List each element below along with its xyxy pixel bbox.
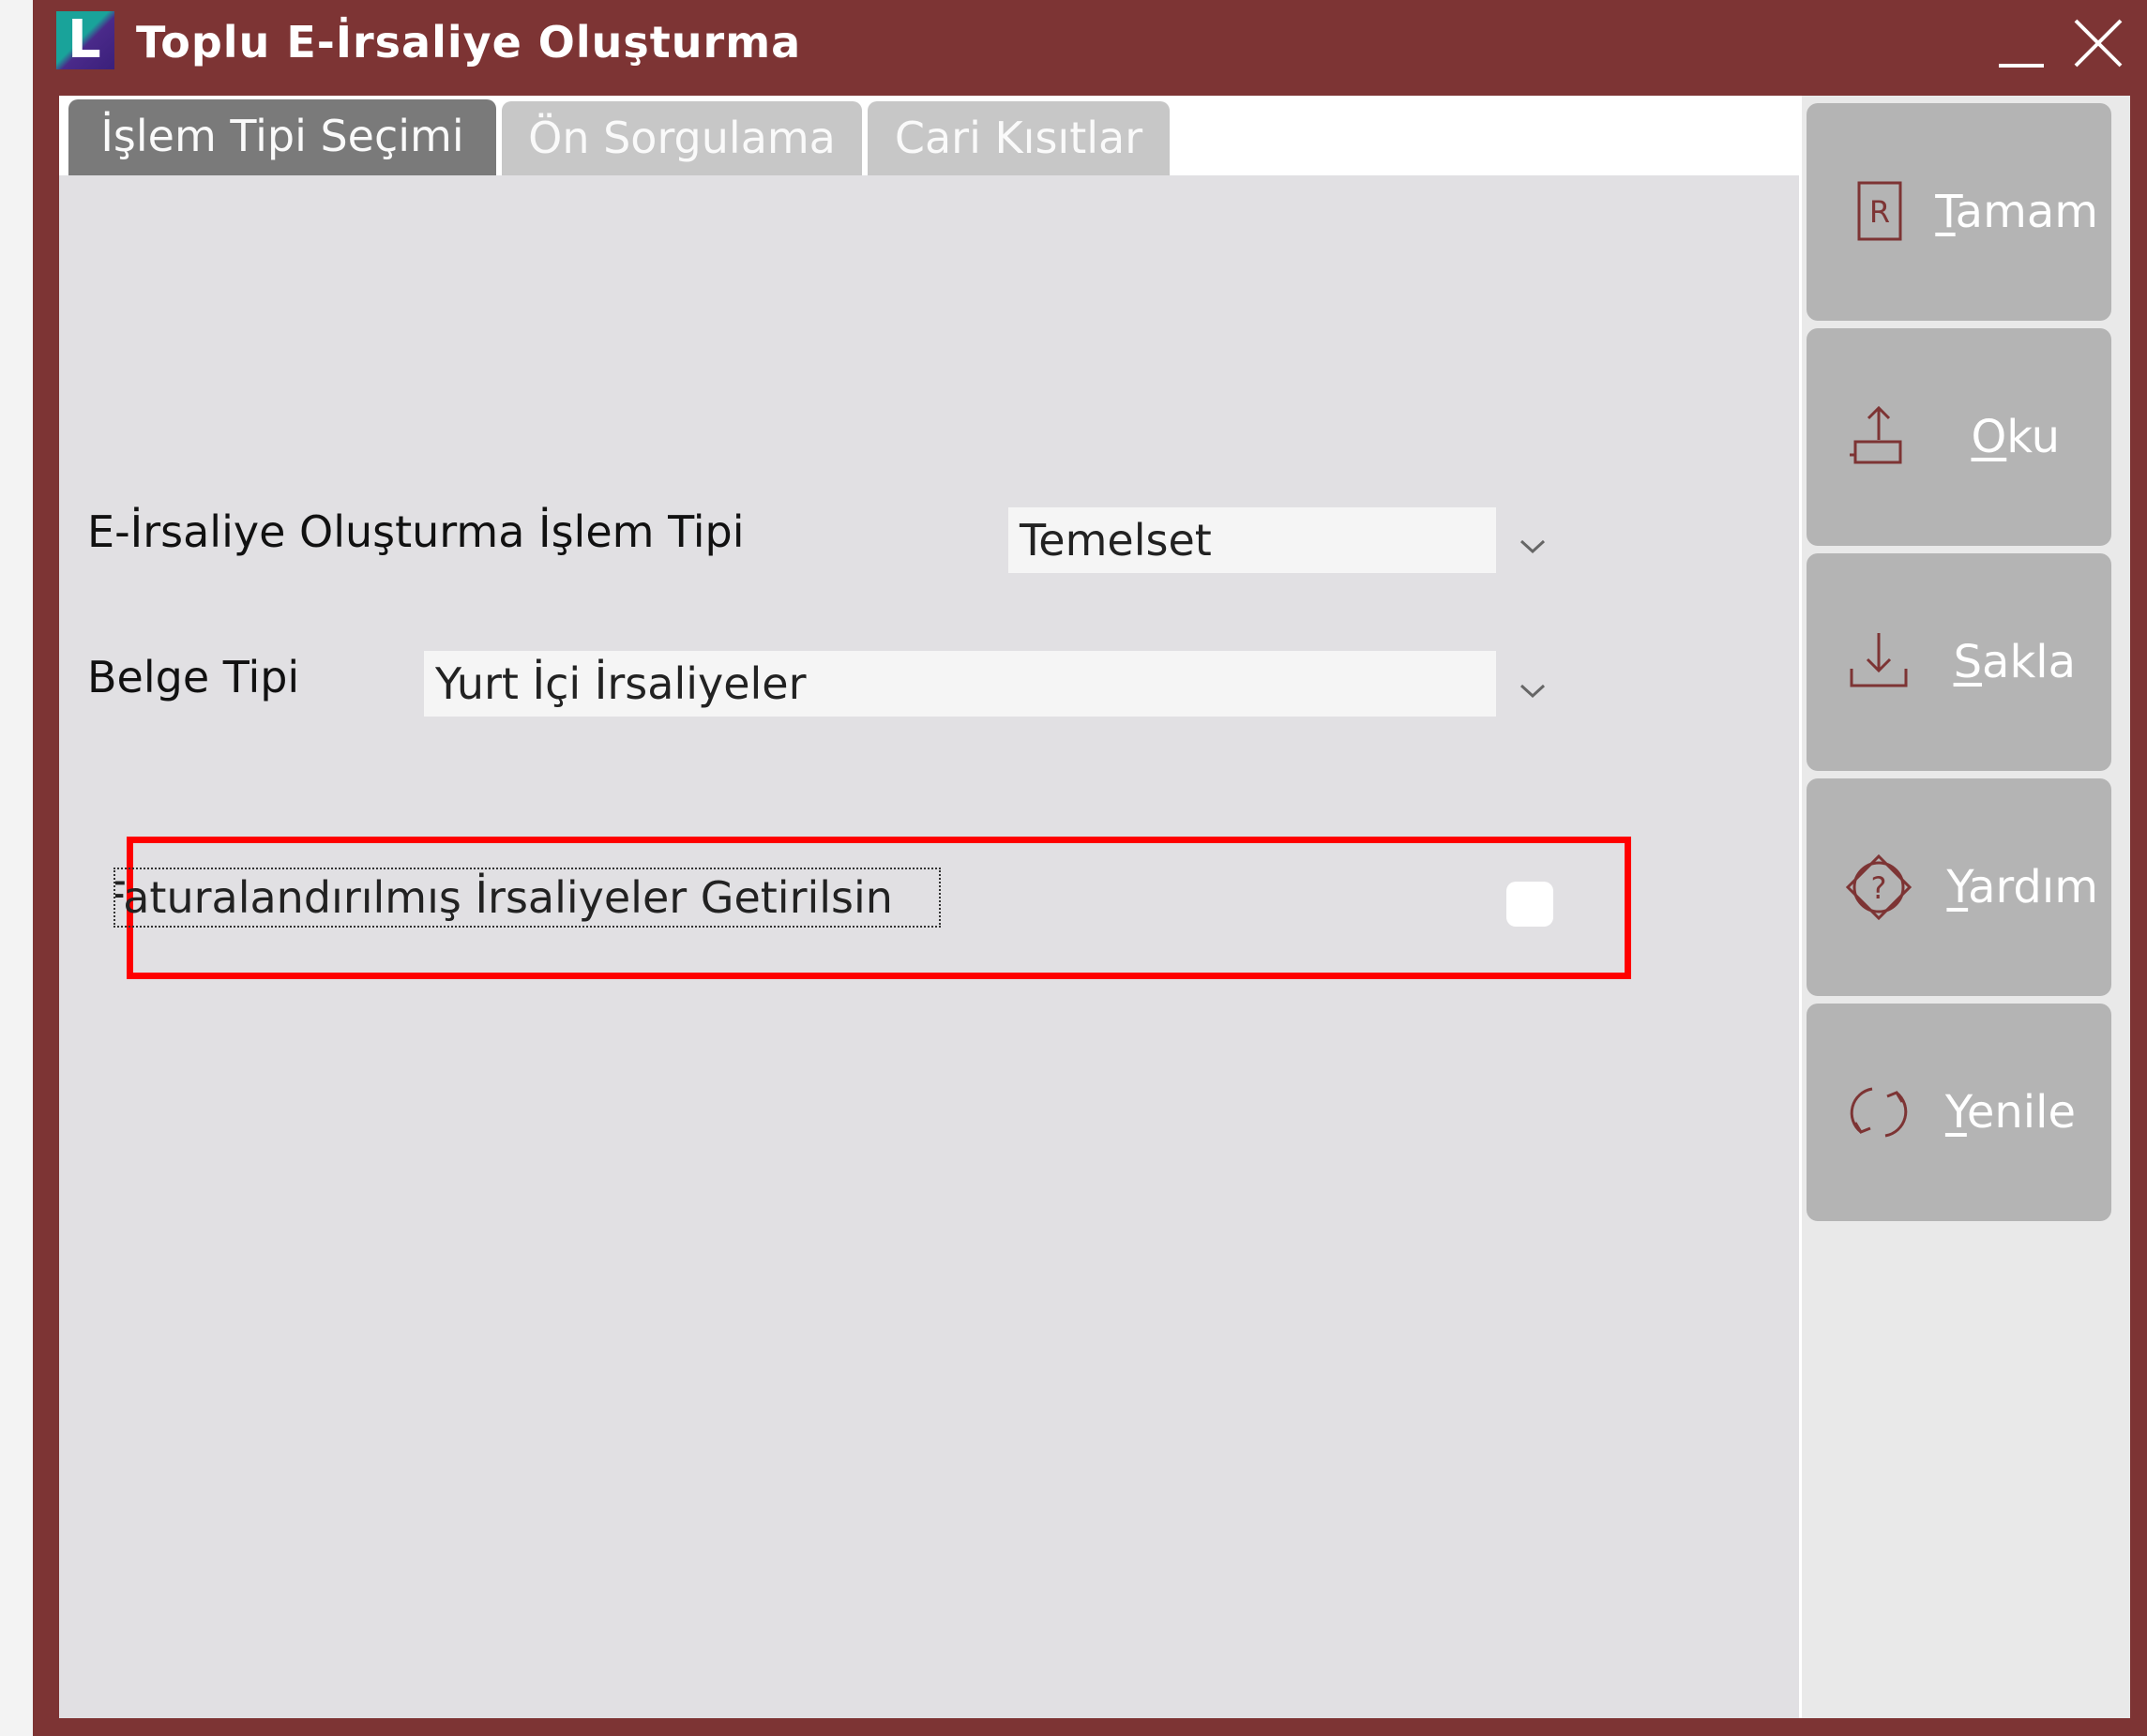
oku-button[interactable]: Oku — [1807, 328, 2111, 546]
belge-tipi-combo[interactable]: Yurt İçi İrsaliyeler — [424, 651, 1496, 717]
islem-tipi-combo[interactable]: Temelset — [1008, 507, 1496, 573]
tab-label: Cari Kısıtlar — [894, 113, 1143, 163]
tamam-label: Tamam — [1935, 186, 2098, 238]
report-icon: R — [1857, 181, 1902, 241]
close-button[interactable] — [2070, 15, 2126, 71]
checkbox-label-text: Faturalandırılmış İrsaliyeler Getirilsin — [113, 872, 893, 923]
svg-text:?: ? — [1871, 870, 1887, 906]
action-sidebar: R Tamam Oku Sakla ? Yardım Yenile — [1799, 96, 2130, 1718]
chevron-down-icon[interactable] — [1514, 672, 1551, 710]
tamam-button[interactable]: R Tamam — [1807, 103, 2111, 321]
download-icon — [1850, 633, 1908, 687]
help-icon: ? — [1845, 853, 1913, 921]
title-bar[interactable]: L Toplu E-İrsaliye Oluşturma — [33, 0, 2147, 94]
sakla-label: Sakla — [1953, 636, 2076, 688]
close-icon — [2074, 19, 2123, 68]
yenile-button[interactable]: Yenile — [1807, 1004, 2111, 1221]
tab-on-sorgulama[interactable]: Ön Sorgulama — [502, 101, 862, 175]
yenile-label: Yenile — [1944, 1086, 2076, 1139]
tab-cari-kisitlar[interactable]: Cari Kısıtlar — [868, 101, 1170, 175]
app-logo-icon: L — [56, 11, 114, 69]
app-logo-letter: L — [68, 9, 101, 70]
window-title: Toplu E-İrsaliye Oluşturma — [136, 17, 802, 68]
refresh-icon — [1850, 1087, 1908, 1138]
tab-strip: İşlem Tipi Seçimi Ön Sorgulama Cari Kısı… — [59, 96, 1799, 175]
minimize-button[interactable] — [1993, 19, 2049, 75]
svg-text:R: R — [1869, 194, 1890, 230]
faturalandirilmis-label[interactable]: Faturalandırılmış İrsaliyeler Getirilsin — [113, 868, 941, 928]
tab-label: Ön Sorgulama — [528, 113, 836, 163]
islem-tipi-label: E-İrsaliye Oluşturma İşlem Tipi — [87, 506, 745, 557]
tab-label: İşlem Tipi Seçimi — [100, 111, 464, 161]
dialog-window: L Toplu E-İrsaliye Oluşturma İşlem Tipi … — [33, 0, 2147, 1736]
yardim-button[interactable]: ? Yardım — [1807, 778, 2111, 996]
upload-icon — [1850, 405, 1902, 464]
tab-islem-tipi-secimi[interactable]: İşlem Tipi Seçimi — [68, 99, 496, 175]
oku-label: Oku — [1971, 411, 2060, 463]
yardim-label: Yardım — [1946, 861, 2098, 913]
faturalandirilmis-checkbox[interactable] — [1506, 882, 1553, 927]
chevron-down-icon[interactable] — [1514, 528, 1551, 566]
sakla-button[interactable]: Sakla — [1807, 553, 2111, 771]
belge-tipi-label: Belge Tipi — [87, 652, 300, 702]
client-area: İşlem Tipi Seçimi Ön Sorgulama Cari Kısı… — [59, 96, 2130, 1718]
